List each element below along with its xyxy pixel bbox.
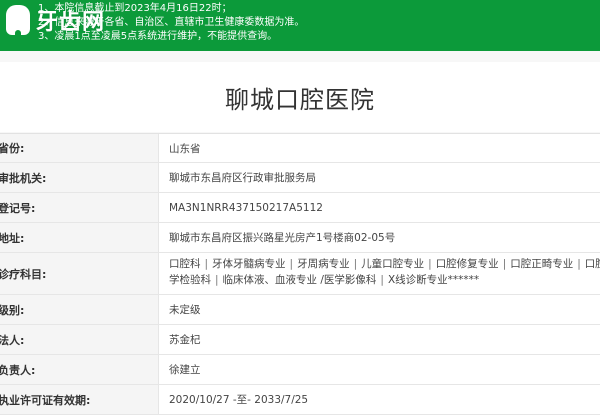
top-notice-bar: 牙齿网 1、本院信息截止到2023年4月16日22时； 2、信息来源于各省、自治… (0, 0, 600, 51)
row-label: 诊疗科目: (0, 253, 159, 294)
specialty-item: 口腔正畸专业 (510, 258, 574, 270)
table-row-legal-person: 法人: 苏金杞 (0, 325, 600, 355)
notice-text: 1、本院信息截止到2023年4月16日22时； 2、信息来源于各省、自治区、直辖… (38, 2, 304, 44)
specialty-item: 口腔科 (169, 258, 201, 270)
separator: | (215, 274, 219, 286)
separator: | (502, 258, 507, 270)
specialty-list: 口腔科 | 牙体牙髓病专业 | 牙周病专业 | 儿童口腔专业 | 口腔修复专业 | 口腔正畸专业 | 口… (159, 253, 600, 294)
table-row-address: 地址: 聊城市东昌府区振兴路星光房产1号楼商02-05号 (0, 223, 600, 253)
notice-line: 2、信息来源于各省、自治区、直辖市卫生健康委数据为准。 (38, 17, 305, 28)
row-value: 聊城市东昌府区行政审批服务局 (169, 172, 316, 184)
specialty-item: X线诊断专业****** (387, 274, 480, 286)
row-value: 徐建立 (169, 364, 201, 376)
row-value: 山东省 (169, 142, 201, 155)
specialty-item: 口腔修复专业 (435, 258, 499, 270)
separator: | (204, 258, 209, 270)
page-title: 聊城口腔医院 (225, 86, 375, 114)
row-value: 苏金杞 (169, 334, 201, 346)
row-label: 登记号: (0, 193, 159, 222)
title-panel: 聊城口腔医院 (0, 62, 600, 132)
table-row-province: 省份: 山东省 (0, 134, 600, 163)
table-row-specialties: 诊疗科目: 口腔科 | 牙体牙髓病专业 | 牙周病专业 | 儿童口腔专业 | 口腔修复专业 | 口腔… (0, 253, 600, 295)
specialty-item: 牙体牙髓病专业 (212, 258, 286, 270)
table-row-registration: 登记号: MA3N1NRR437150217A5112 (0, 193, 600, 223)
row-value: MA3N1NRR437150217A5112 (169, 201, 323, 214)
table-row-level: 级别: 未定级 (0, 295, 600, 325)
separator: | (289, 258, 294, 270)
table-row-license-validity: 执业许可证有效期: 2020/10/27 -至- 2033/7/25 (0, 385, 600, 415)
notice-line: 3、凌晨1点至凌晨5点系统进行维护，不能提供查询。 (38, 31, 278, 42)
table-row-principal: 负责人: 徐建立 (0, 355, 600, 385)
specialty-item: 学检验科 (169, 274, 211, 286)
row-value: 未定级 (169, 304, 201, 316)
tooth-logo-icon (6, 5, 30, 38)
separator: | (428, 258, 432, 270)
notice-line: 1、本院信息截止到2023年4月16日22时； (38, 3, 232, 14)
row-label: 地址: (0, 223, 159, 252)
row-label: 省份: (0, 134, 159, 162)
hospital-info-table: 省份: 山东省 审批机关: 聊城市东昌府区行政审批服务局 登记号: MA3N1N… (0, 133, 600, 415)
specialty-line: 学检验科 | 临床体液、血液专业 /医学影像科 | X线诊断专业****** (169, 272, 600, 288)
row-label: 审批机关: (0, 163, 159, 192)
row-label: 级别: (0, 295, 159, 324)
specialty-item: 口腔 (584, 258, 600, 270)
table-row-authority: 审批机关: 聊城市东昌府区行政审批服务局 (0, 163, 600, 193)
specialty-item: 儿童口腔专业 (361, 258, 425, 270)
row-label: 负责人: (0, 355, 159, 384)
specialty-item: 临床体液、血液专业 /医学影像科 (222, 274, 377, 286)
separator: | (380, 274, 384, 286)
row-label: 法人: (0, 325, 159, 354)
specialty-line: 口腔科 | 牙体牙髓病专业 | 牙周病专业 | 儿童口腔专业 | 口腔修复专业 | 口腔正畸专业 | 口… (169, 256, 600, 272)
specialty-item: 牙周病专业 (297, 258, 350, 270)
row-value: 聊城市东昌府区振兴路星光房产1号楼商02-05号 (169, 232, 396, 244)
separator: | (577, 258, 581, 270)
separator: | (353, 258, 358, 270)
